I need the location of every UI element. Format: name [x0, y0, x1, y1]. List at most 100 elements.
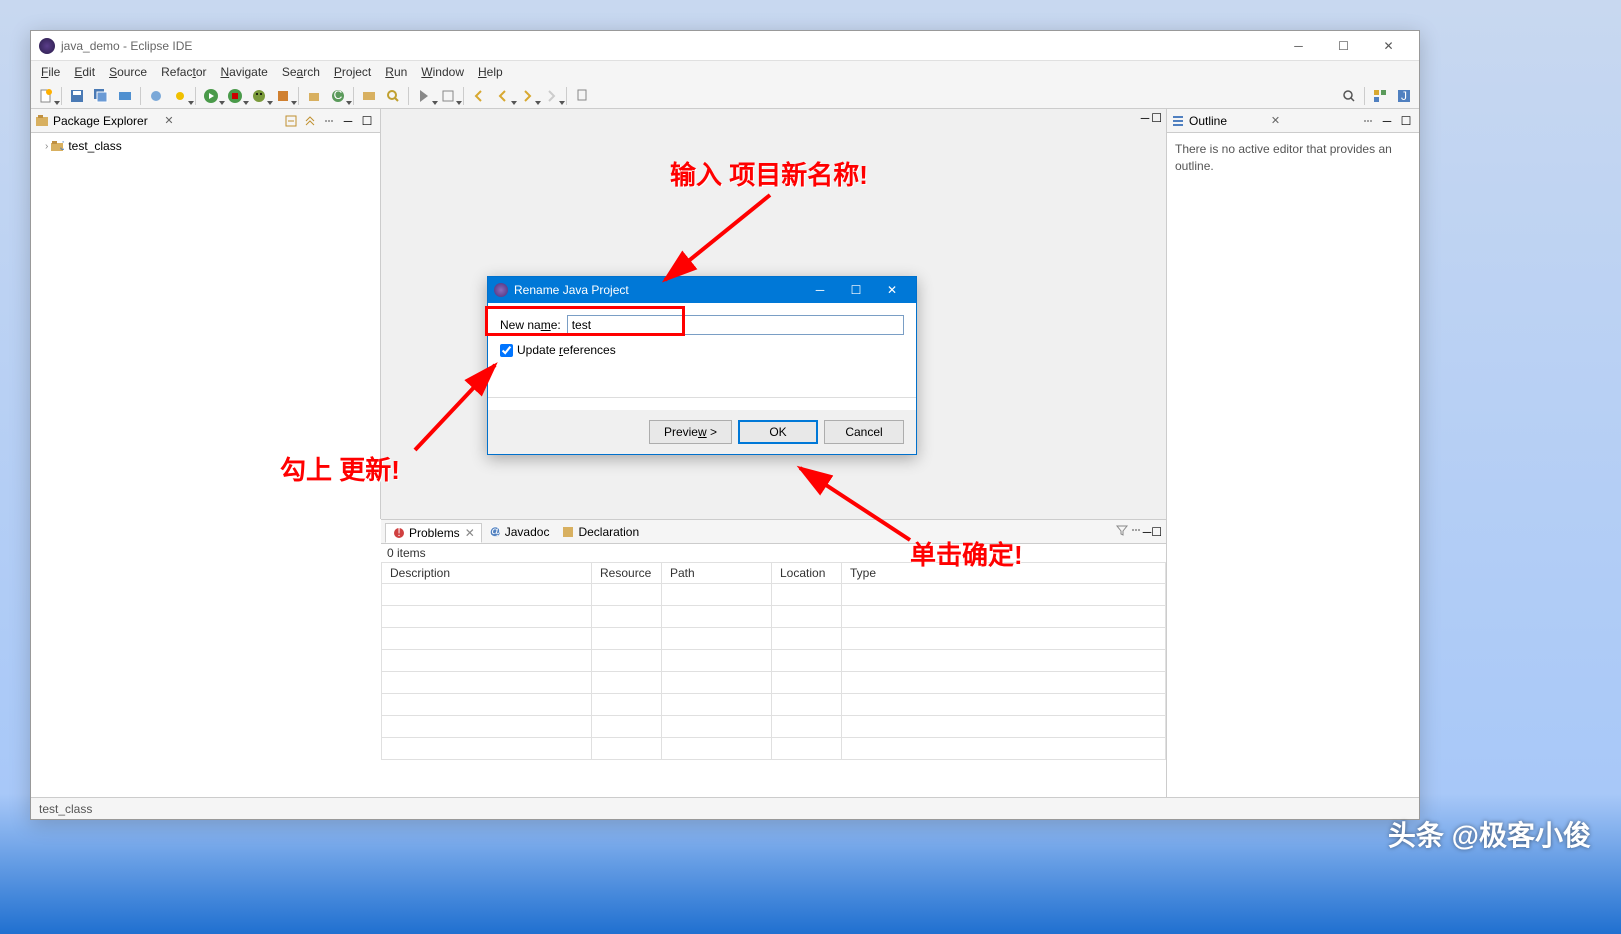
toggle-mark-button[interactable]	[413, 85, 435, 107]
filters-button[interactable]	[320, 112, 338, 130]
toolbar-separator	[408, 87, 409, 105]
table-row	[382, 716, 1166, 738]
problems-minimize-button[interactable]: ─	[1143, 525, 1152, 539]
outline-icon	[1171, 114, 1185, 128]
new-class-button[interactable]: C	[327, 85, 349, 107]
search-button[interactable]	[382, 85, 404, 107]
package-explorer-panel: Package Explorer ✕ ─ ☐ › J test_class	[31, 109, 381, 519]
pin-editor-button[interactable]	[571, 85, 593, 107]
ok-button[interactable]: OK	[738, 420, 818, 444]
menu-file[interactable]: File	[35, 63, 66, 81]
coverage-button[interactable]	[224, 85, 246, 107]
dialog-title: Rename Java Project	[514, 283, 802, 297]
table-row	[382, 584, 1166, 606]
col-location[interactable]: Location	[772, 563, 842, 584]
expand-arrow-icon[interactable]: ›	[45, 141, 48, 152]
forward-button[interactable]	[516, 85, 538, 107]
preview-button[interactable]: Preview >	[649, 420, 732, 444]
forward-history-button[interactable]	[540, 85, 562, 107]
skip-breakpoints-button[interactable]	[169, 85, 191, 107]
problems-maximize-button[interactable]: ☐	[1151, 525, 1162, 539]
table-row	[382, 628, 1166, 650]
maximize-panel-button[interactable]: ☐	[358, 112, 376, 130]
col-resource[interactable]: Resource	[592, 563, 662, 584]
menu-run[interactable]: Run	[379, 63, 413, 81]
dialog-minimize-button[interactable]: ─	[802, 278, 838, 302]
tab-javadoc[interactable]: @ Javadoc	[482, 523, 556, 541]
window-titlebar: java_demo - Eclipse IDE ─ ☐ ✕	[31, 31, 1419, 61]
col-type[interactable]: Type	[842, 563, 1166, 584]
dialog-separator	[488, 397, 916, 398]
minimize-panel-button[interactable]: ─	[339, 112, 357, 130]
close-outline-button[interactable]: ✕	[1271, 114, 1280, 127]
dialog-body: New name: Update references	[488, 303, 916, 410]
javadoc-icon: @	[488, 525, 502, 539]
toolbar-separator	[195, 87, 196, 105]
table-row	[382, 738, 1166, 760]
maximize-button[interactable]: ☐	[1321, 32, 1366, 60]
dialog-button-bar: Preview > OK Cancel	[488, 410, 916, 454]
debug-button[interactable]	[248, 85, 270, 107]
problems-icon: !	[392, 526, 406, 540]
menu-edit[interactable]: Edit	[68, 63, 101, 81]
minimize-button[interactable]: ─	[1276, 32, 1321, 60]
new-name-input[interactable]	[567, 315, 904, 335]
menu-navigate[interactable]: Navigate	[214, 63, 273, 81]
outline-maximize-button[interactable]: ☐	[1397, 112, 1415, 130]
menu-window[interactable]: Window	[415, 63, 470, 81]
menu-help[interactable]: Help	[472, 63, 509, 81]
tree-item-project[interactable]: › J test_class	[35, 137, 376, 155]
outline-view-menu-button[interactable]	[1359, 112, 1377, 130]
toolbar-separator	[353, 87, 354, 105]
close-panel-button[interactable]: ✕	[164, 114, 173, 127]
menu-source[interactable]: Source	[103, 63, 153, 81]
new-package-button[interactable]	[303, 85, 325, 107]
next-annotation-button[interactable]	[437, 85, 459, 107]
java-perspective-button[interactable]: J	[1393, 85, 1415, 107]
cancel-button[interactable]: Cancel	[824, 420, 904, 444]
run-button[interactable]	[200, 85, 222, 107]
new-button[interactable]	[35, 85, 57, 107]
dialog-close-button[interactable]: ✕	[874, 278, 910, 302]
dialog-maximize-button[interactable]: ☐	[838, 278, 874, 302]
run-last-button[interactable]	[272, 85, 294, 107]
debug-last-button[interactable]	[145, 85, 167, 107]
close-tab-button[interactable]: ✕	[465, 526, 475, 540]
problems-count: 0 items	[381, 544, 1166, 562]
rename-project-dialog: Rename Java Project ─ ☐ ✕ New name: Upda…	[487, 276, 917, 455]
dialog-icon	[494, 283, 508, 297]
menu-search[interactable]: Search	[276, 63, 326, 81]
tab-declaration[interactable]: Declaration	[555, 523, 645, 541]
col-description[interactable]: Description	[382, 563, 592, 584]
problems-filter-button[interactable]	[1115, 523, 1129, 540]
menu-project[interactable]: Project	[328, 63, 377, 81]
back-history-button[interactable]	[492, 85, 514, 107]
collapse-all-button[interactable]	[282, 112, 300, 130]
open-perspective-button[interactable]	[1369, 85, 1391, 107]
window-title: java_demo - Eclipse IDE	[61, 39, 1276, 53]
tree-item-label: test_class	[68, 139, 121, 153]
statusbar: test_class	[31, 797, 1419, 819]
editor-maximize-button[interactable]: ☐	[1151, 111, 1162, 125]
link-editor-button[interactable]	[301, 112, 319, 130]
save-all-button[interactable]	[90, 85, 112, 107]
tab-problems[interactable]: ! Problems ✕	[385, 523, 482, 543]
update-references-checkbox[interactable]	[500, 344, 513, 357]
quick-access-button[interactable]	[1338, 85, 1360, 107]
editor-minimize-button[interactable]: ─	[1141, 111, 1150, 125]
save-button[interactable]	[66, 85, 88, 107]
svg-text:J: J	[60, 139, 64, 153]
toggle-button[interactable]	[114, 85, 136, 107]
col-path[interactable]: Path	[662, 563, 772, 584]
back-button[interactable]	[468, 85, 490, 107]
menu-refactor[interactable]: Refactor	[155, 63, 212, 81]
outline-minimize-button[interactable]: ─	[1378, 112, 1396, 130]
close-button[interactable]: ✕	[1366, 32, 1411, 60]
open-type-button[interactable]	[358, 85, 380, 107]
table-row	[382, 672, 1166, 694]
status-text: test_class	[39, 802, 92, 816]
update-references-label: Update references	[517, 343, 616, 357]
new-name-label: New name:	[500, 318, 561, 332]
problems-view-menu-button[interactable]	[1129, 523, 1143, 540]
svg-text:C: C	[334, 88, 343, 102]
